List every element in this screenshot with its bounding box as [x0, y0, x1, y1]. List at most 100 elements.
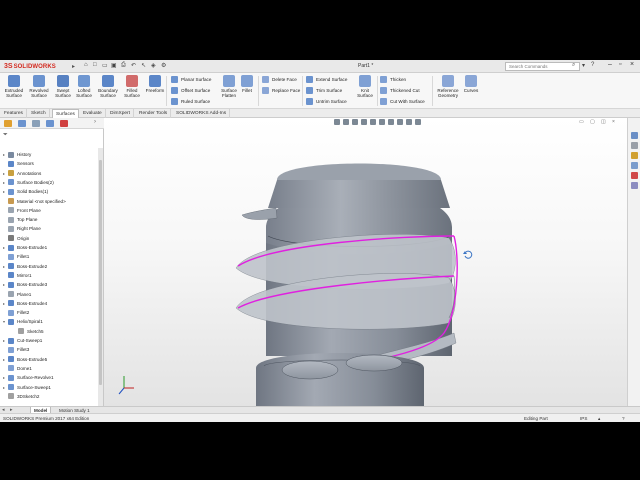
search-icon[interactable]: ⌕	[572, 62, 575, 69]
restore-button[interactable]: ▫	[619, 61, 621, 68]
knit-surface-button[interactable]: Knit Surface	[353, 75, 377, 98]
new-file-icon[interactable]: □	[93, 62, 97, 68]
view-palette-icon[interactable]	[631, 162, 638, 169]
select-icon[interactable]: ↖	[141, 62, 146, 69]
curves-button[interactable]: Curves	[459, 75, 483, 93]
tree-item[interactable]: Fillet1	[0, 252, 98, 261]
tree-item[interactable]: 3DSketch2	[0, 392, 98, 401]
tab-evaluate[interactable]: Evaluate	[80, 109, 106, 118]
extend-surface-button[interactable]: Extend Surface	[306, 76, 347, 83]
filter-icon[interactable]: ⏷	[3, 132, 8, 139]
tab-render-tools[interactable]: Render Tools	[136, 109, 172, 118]
solidworks-logo[interactable]: 3S SOLIDWORKS	[4, 62, 56, 71]
freeform-button[interactable]: Freeform	[142, 75, 168, 93]
tree-item[interactable]: ▸ Cut-Sweep1	[0, 336, 98, 345]
trim-surface-icon	[306, 87, 313, 94]
configuration-manager-icon[interactable]	[32, 120, 40, 127]
thickened-cut-button[interactable]: Thickened Cut	[380, 87, 420, 94]
solidworks-resources-icon[interactable]	[631, 132, 638, 139]
tree-item[interactable]: ▸ Boss-Extrude2	[0, 262, 98, 271]
tree-item[interactable]: Sketch5	[0, 327, 98, 336]
home-icon[interactable]: ⌂	[84, 62, 88, 68]
tree-item[interactable]: ▸ Solid Bodies(1)	[0, 187, 98, 196]
search-commands-input[interactable]: Search Commands	[505, 62, 580, 71]
file-explorer-icon[interactable]	[631, 152, 638, 159]
status-units-dropdown-icon[interactable]: ▴	[598, 416, 600, 422]
dimxpert-manager-icon[interactable]	[46, 120, 54, 127]
feature-manager-icon[interactable]	[4, 120, 12, 127]
open-file-icon[interactable]: ▭	[102, 62, 108, 69]
tree-item[interactable]: Plane1	[0, 290, 98, 299]
tree-item-label: Boss-Extrude3	[17, 282, 48, 288]
tab-surfaces[interactable]: Surfaces	[52, 109, 79, 118]
options-icon[interactable]: ⚙	[161, 62, 166, 69]
tree-item[interactable]: Dome1	[0, 364, 98, 373]
trim-surface-button[interactable]: Trim Surface	[306, 87, 342, 94]
design-library-icon[interactable]	[631, 142, 638, 149]
tree-scrollbar-thumb[interactable]	[99, 160, 102, 385]
undo-icon[interactable]: ↶	[131, 62, 136, 69]
tree-item[interactable]: ▸ Boss-Extrude1	[0, 243, 98, 252]
status-units[interactable]: IPS	[580, 416, 587, 421]
tree-item[interactable]: Mirror1	[0, 271, 98, 280]
revolved-surface-button[interactable]: Revolved Surface	[26, 75, 52, 98]
tree-item[interactable]: ▸ Boss-Extrude5	[0, 355, 98, 364]
cut-with-surface-button[interactable]: Cut With Surface	[380, 98, 425, 105]
ruled-surface-button[interactable]: Ruled Surface	[171, 98, 210, 105]
save-icon[interactable]: ▣	[111, 62, 117, 69]
print-icon[interactable]: ⎙	[121, 62, 126, 69]
ribbon-separator	[432, 76, 433, 106]
boundary-surface-button[interactable]: Boundary Surface	[95, 75, 121, 98]
panel-expand-icon[interactable]: ›	[94, 119, 96, 125]
replace-face-button[interactable]: Replace Face	[262, 87, 300, 94]
fillet-icon	[8, 346, 14, 353]
tree-item[interactable]: ▸ Boss-Extrude3	[0, 280, 98, 289]
tree-item[interactable]: Fillet2	[0, 308, 98, 317]
tree-item[interactable]: Origin	[0, 234, 98, 243]
tree-item-label: Surface Bodies(2)	[17, 179, 54, 185]
extruded-surface-button[interactable]: Extruded Surface	[1, 75, 27, 98]
tree-item[interactable]: ▸ Surface Bodies(2)	[0, 178, 98, 187]
fillet-button[interactable]: Fillet	[236, 75, 258, 93]
revolved-surface-label: Revolved Surface	[29, 88, 49, 98]
minimize-button[interactable]: –	[608, 61, 612, 68]
rebuild-icon[interactable]: ◈	[151, 62, 156, 69]
untrim-surface-button[interactable]: Untrim Surface	[306, 98, 347, 105]
tree-item[interactable]: ▾ Helix/Spiral1	[0, 317, 98, 326]
tree-item[interactable]: Fillet3	[0, 345, 98, 354]
boundary-surface-icon	[102, 75, 114, 87]
tab-sketch[interactable]: Sketch	[28, 109, 50, 118]
lofted-surface-button[interactable]: Lofted Surface	[71, 75, 97, 98]
tree-item[interactable]: ▸ Surface-Revolve1	[0, 373, 98, 382]
delete-face-button[interactable]: Delete Face	[262, 76, 297, 83]
tree-item[interactable]: Sensors	[0, 159, 98, 168]
custom-properties-icon[interactable]	[631, 182, 638, 189]
planar-surface-button[interactable]: Planar Surface	[171, 76, 211, 83]
search-dropdown-icon[interactable]: ▾	[582, 62, 585, 69]
menu-arrow-icon[interactable]: ▸	[72, 63, 75, 70]
tree-item[interactable]: ▸ Boss-Extrude4	[0, 299, 98, 308]
tab-solidworks-add-ins[interactable]: SOLIDWORKS Add-Ins	[173, 109, 231, 118]
thicken-button[interactable]: Thicken	[380, 76, 406, 83]
property-manager-icon[interactable]	[18, 120, 26, 127]
reference-geometry-button[interactable]: Reference Geometry	[434, 75, 462, 98]
tab-dimxpert[interactable]: DimXpert	[107, 109, 134, 118]
appearances-scenes-icon[interactable]	[631, 172, 638, 179]
graphics-viewport[interactable]: ▭ ▢ ◫ ×	[104, 118, 627, 406]
appearance-manager-icon[interactable]	[60, 120, 68, 127]
trim-surface-label: Trim Surface	[316, 88, 343, 93]
offset-surface-button[interactable]: Offset Surface	[171, 87, 210, 94]
tree-item[interactable]: ▸ Surface-Sweep1	[0, 383, 98, 392]
status-edition: SOLIDWORKS Premium 2017 x64 Edition	[3, 416, 90, 421]
tree-item[interactable]: Right Plane	[0, 224, 98, 233]
tree-item[interactable]: Material <not specified>	[0, 197, 98, 206]
tree-item[interactable]: Front Plane	[0, 206, 98, 215]
help-icon[interactable]: ?	[591, 62, 594, 68]
material-icon	[8, 198, 14, 204]
tree-item[interactable]: ▸ History	[0, 150, 98, 159]
close-button[interactable]: ×	[630, 61, 634, 68]
tree-item[interactable]: ▸ Annotations	[0, 169, 98, 178]
tab-features[interactable]: Features	[1, 109, 27, 118]
status-help-icon[interactable]: ?	[622, 416, 625, 421]
tree-item[interactable]: Top Plane	[0, 215, 98, 224]
